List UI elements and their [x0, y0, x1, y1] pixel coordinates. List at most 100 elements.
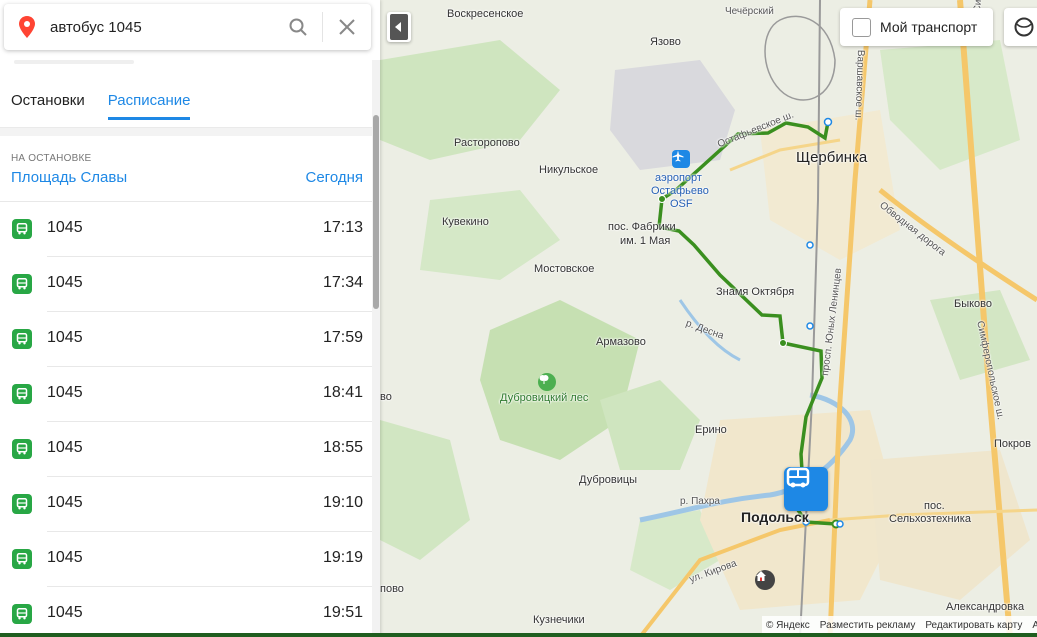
schedule-row[interactable]: 1045 19:10: [0, 477, 372, 532]
bottom-strip: [0, 633, 1037, 637]
route-number: 1045: [47, 384, 83, 401]
my-transport-checkbox[interactable]: [852, 17, 871, 37]
search-icon: [289, 18, 307, 36]
map-label-bykovo: Быково: [954, 298, 993, 310]
bus-icon: [12, 274, 32, 294]
map-label-armazovo: Армазово: [596, 336, 646, 348]
rail-station[interactable]: [806, 241, 814, 249]
map-label-erino: Ерино: [695, 424, 727, 436]
route-header-placeholder: [14, 60, 134, 64]
tabs-divider: [0, 127, 372, 136]
map-pin-icon: [4, 4, 50, 50]
map-label-nikulskoe: Никульское: [539, 164, 599, 176]
route-number: 1045: [47, 604, 83, 621]
map-label-povo: пово: [380, 583, 404, 595]
route-stop[interactable]: [779, 339, 787, 347]
map-label-chech: Чечёрский: [725, 6, 774, 17]
edit-map-link[interactable]: Редактировать карту: [925, 620, 1022, 631]
stop-caption: НА ОСТАНОВКЕ: [11, 153, 92, 164]
rail-station[interactable]: [806, 322, 814, 330]
panel-scrollbar-thumb[interactable]: [373, 115, 379, 309]
bus-icon: [12, 329, 32, 349]
map-label-rastoropovo: Расторопово: [454, 137, 520, 149]
layers-icon: [1014, 17, 1034, 37]
map-copyright-bar: © Яндекс Разместить рекламу Редактироват…: [762, 616, 1037, 634]
bus-icon: [12, 494, 32, 514]
advertise-link[interactable]: Разместить рекламу: [820, 620, 916, 631]
departure-time: 17:59: [322, 329, 363, 346]
schedule-row[interactable]: 1045 19:51: [0, 587, 372, 637]
schedule-row[interactable]: 1045 18:41: [0, 367, 372, 422]
map-label-vo: во: [380, 391, 392, 403]
schedule-list: 1045 17:13 1045 17:34 1045 17:59 1045 18:41 1045…: [0, 202, 372, 637]
bus-icon: [12, 219, 32, 239]
house-icon[interactable]: [755, 570, 775, 590]
bus-icon: [12, 604, 32, 624]
map-label-airport3: OSF: [670, 198, 693, 210]
tab-stops[interactable]: Остановки: [11, 84, 85, 124]
panel-tabs: Остановки Расписание: [0, 84, 372, 124]
airport-icon[interactable]: [672, 150, 690, 168]
schedule-row[interactable]: 1045 17:59: [0, 312, 372, 367]
map-label-fabriki1: пос. Фабрики: [608, 221, 676, 233]
map-label-aleksandrovka: Александровка: [946, 601, 1025, 613]
map-label-kuvekino: Кувекино: [442, 216, 489, 228]
more-link[interactable]: А: [1032, 620, 1037, 631]
departure-time: 19:19: [322, 549, 363, 566]
schedule-date-link[interactable]: Сегодня: [306, 169, 364, 186]
yandex-copyright[interactable]: © Яндекс: [766, 620, 810, 631]
schedule-row[interactable]: 1045 17:13: [0, 202, 372, 257]
bus-icon: [12, 439, 32, 459]
route-number: 1045: [47, 439, 83, 456]
collapse-panel-button[interactable]: [387, 12, 411, 42]
map-label-selhoz1: пос.: [924, 500, 945, 512]
search-button[interactable]: [274, 4, 322, 50]
map-label-airport1: аэропорт: [655, 172, 702, 184]
schedule-row[interactable]: 1045 18:55: [0, 422, 372, 477]
map-label-pahra: р. Пахра: [680, 496, 720, 507]
chevron-left-icon: [395, 22, 401, 32]
layers-button[interactable]: [1004, 8, 1037, 46]
map-label-mostovskoe: Мостовское: [534, 263, 595, 275]
tab-schedule[interactable]: Расписание: [107, 84, 191, 120]
map-label-selhoz2: Сельхозтехника: [889, 513, 971, 525]
schedule-row[interactable]: 1045 17:34: [0, 257, 372, 312]
departure-time: 17:34: [322, 274, 363, 291]
route-stop[interactable]: [823, 117, 833, 127]
clear-search-button[interactable]: [323, 4, 371, 50]
map-label-airport2: Остафьево: [651, 185, 709, 197]
map-label-znamya: Знамя Октября: [716, 286, 795, 298]
departure-time: 18:41: [322, 384, 363, 401]
route-number: 1045: [47, 494, 83, 511]
forest-icon[interactable]: [538, 373, 556, 391]
bus-stop-marker-icon[interactable]: [784, 467, 828, 511]
map-label-fabriki2: им. 1 Мая: [620, 235, 671, 247]
my-transport-label: Мой транспорт: [880, 19, 978, 35]
map-label-pokrov: Покров: [994, 438, 1031, 450]
departure-time: 17:13: [322, 219, 363, 236]
route-number: 1045: [47, 549, 83, 566]
stop-name-link[interactable]: Площадь Славы: [11, 169, 127, 186]
map-label-shcherbinka: Щербинка: [796, 149, 868, 166]
departure-time: 19:51: [322, 604, 363, 621]
map-label-kuznechiki: Кузнечики: [533, 614, 585, 626]
search-input[interactable]: автобус 1045: [50, 19, 274, 36]
schedule-row[interactable]: 1045 19:19: [0, 532, 372, 587]
side-panel: автобус 1045 Остановки Расписание НА ОСТ…: [0, 0, 380, 637]
departure-time: 18:55: [322, 439, 363, 456]
map-label-yazovo: Язово: [650, 36, 681, 48]
my-transport-toggle[interactable]: Мой транспорт: [840, 8, 993, 46]
rail-station[interactable]: [836, 520, 844, 528]
route-number: 1045: [47, 329, 83, 346]
route-number: 1045: [47, 274, 83, 291]
map-label-dubrovitsy: Дубровицы: [579, 474, 638, 486]
map-label-podolsk: Подольск: [741, 509, 809, 525]
bus-icon: [12, 549, 32, 569]
search-bar: автобус 1045: [4, 4, 371, 50]
route-number: 1045: [47, 219, 83, 236]
bus-icon: [12, 384, 32, 404]
map-label-dubrovitsky-les: Дубровицкий лес: [500, 392, 589, 404]
departure-time: 19:10: [322, 494, 363, 511]
map-label-voskresenskoe: Воскресенское: [447, 8, 524, 20]
close-icon: [339, 19, 355, 35]
